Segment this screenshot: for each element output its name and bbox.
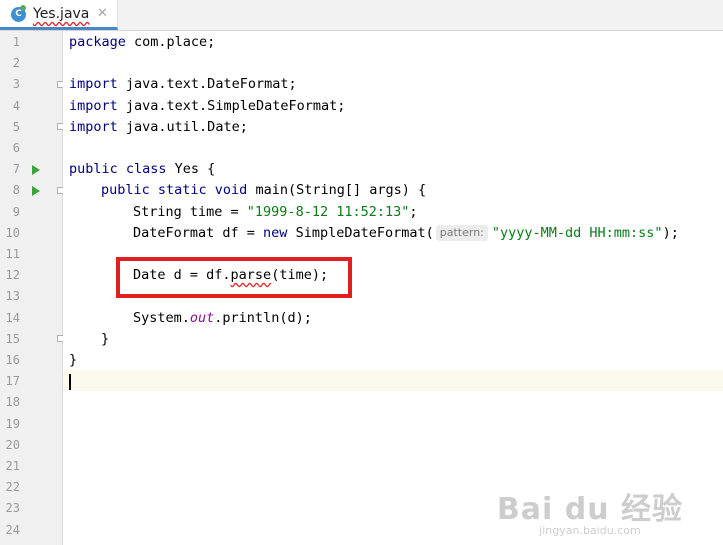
- run-class-icon[interactable]: [32, 165, 40, 175]
- run-main-icon[interactable]: [32, 186, 40, 196]
- line-number: 11: [5, 247, 20, 261]
- runnable-badge-icon: [20, 5, 26, 11]
- line-number: 3: [12, 77, 20, 92]
- code-line: import java.text.DateFormat;: [69, 76, 297, 93]
- line-number: 7: [12, 162, 20, 177]
- baidu-jingyan-watermark: Bai du 经验 jingyan.baidu.com: [496, 492, 683, 537]
- line-number: 20: [5, 437, 20, 452]
- line-number: 8: [12, 183, 20, 198]
- tab-label: Yes.java: [33, 6, 90, 22]
- code-line: public class Yes {: [69, 161, 216, 178]
- line-number: 19: [5, 416, 20, 431]
- line-number: 21: [5, 459, 20, 473]
- parameter-hint: pattern:: [435, 224, 488, 241]
- line-number: 18: [5, 395, 20, 410]
- code-line: import java.text.SimpleDateFormat;: [69, 97, 346, 114]
- code-line: package com.place;: [69, 34, 216, 50]
- editor-gutter[interactable]: 1 2 3 4 5 6 7 8 9 10 11 12 13 14 15 16 1…: [0, 31, 64, 545]
- line-number: 5: [12, 119, 20, 134]
- tab-yes-java[interactable]: C Yes.java ✕: [0, 0, 118, 30]
- code-line: public static void main(String[] args) {: [101, 182, 427, 199]
- line-number: 17: [5, 374, 20, 389]
- code-line: DateFormat df = new SimpleDateFormat(pat…: [133, 224, 679, 241]
- code-line: String time = "1999-8-12 11:52:13";: [133, 203, 418, 220]
- line-number: 4: [12, 98, 20, 113]
- annotation-highlight-box: [116, 257, 352, 298]
- code-line: import java.util.Date;: [69, 118, 248, 135]
- close-icon[interactable]: ✕: [97, 6, 108, 21]
- line-number: 24: [5, 522, 20, 537]
- line-number: 6: [12, 141, 20, 155]
- line-number: 22: [5, 480, 20, 495]
- text-caret: [69, 374, 71, 390]
- editor-tab-bar: C Yes.java ✕: [0, 0, 723, 31]
- line-number: 9: [12, 204, 20, 219]
- line-number: 15: [5, 331, 20, 346]
- line-number: 14: [5, 310, 20, 325]
- line-number: 13: [5, 289, 20, 304]
- line-number: 16: [5, 353, 20, 367]
- code-editor[interactable]: package com.place; import java.text.Date…: [63, 31, 723, 545]
- code-line: }: [69, 352, 78, 368]
- line-number: 23: [5, 501, 20, 516]
- line-number: 1: [12, 35, 20, 49]
- line-number: 10: [5, 225, 20, 240]
- line-number: 12: [5, 268, 20, 283]
- line-number: 2: [12, 56, 20, 71]
- code-line: System.out.println(d);: [133, 309, 312, 326]
- current-line-highlight: [63, 370, 723, 392]
- code-line: }: [101, 330, 110, 347]
